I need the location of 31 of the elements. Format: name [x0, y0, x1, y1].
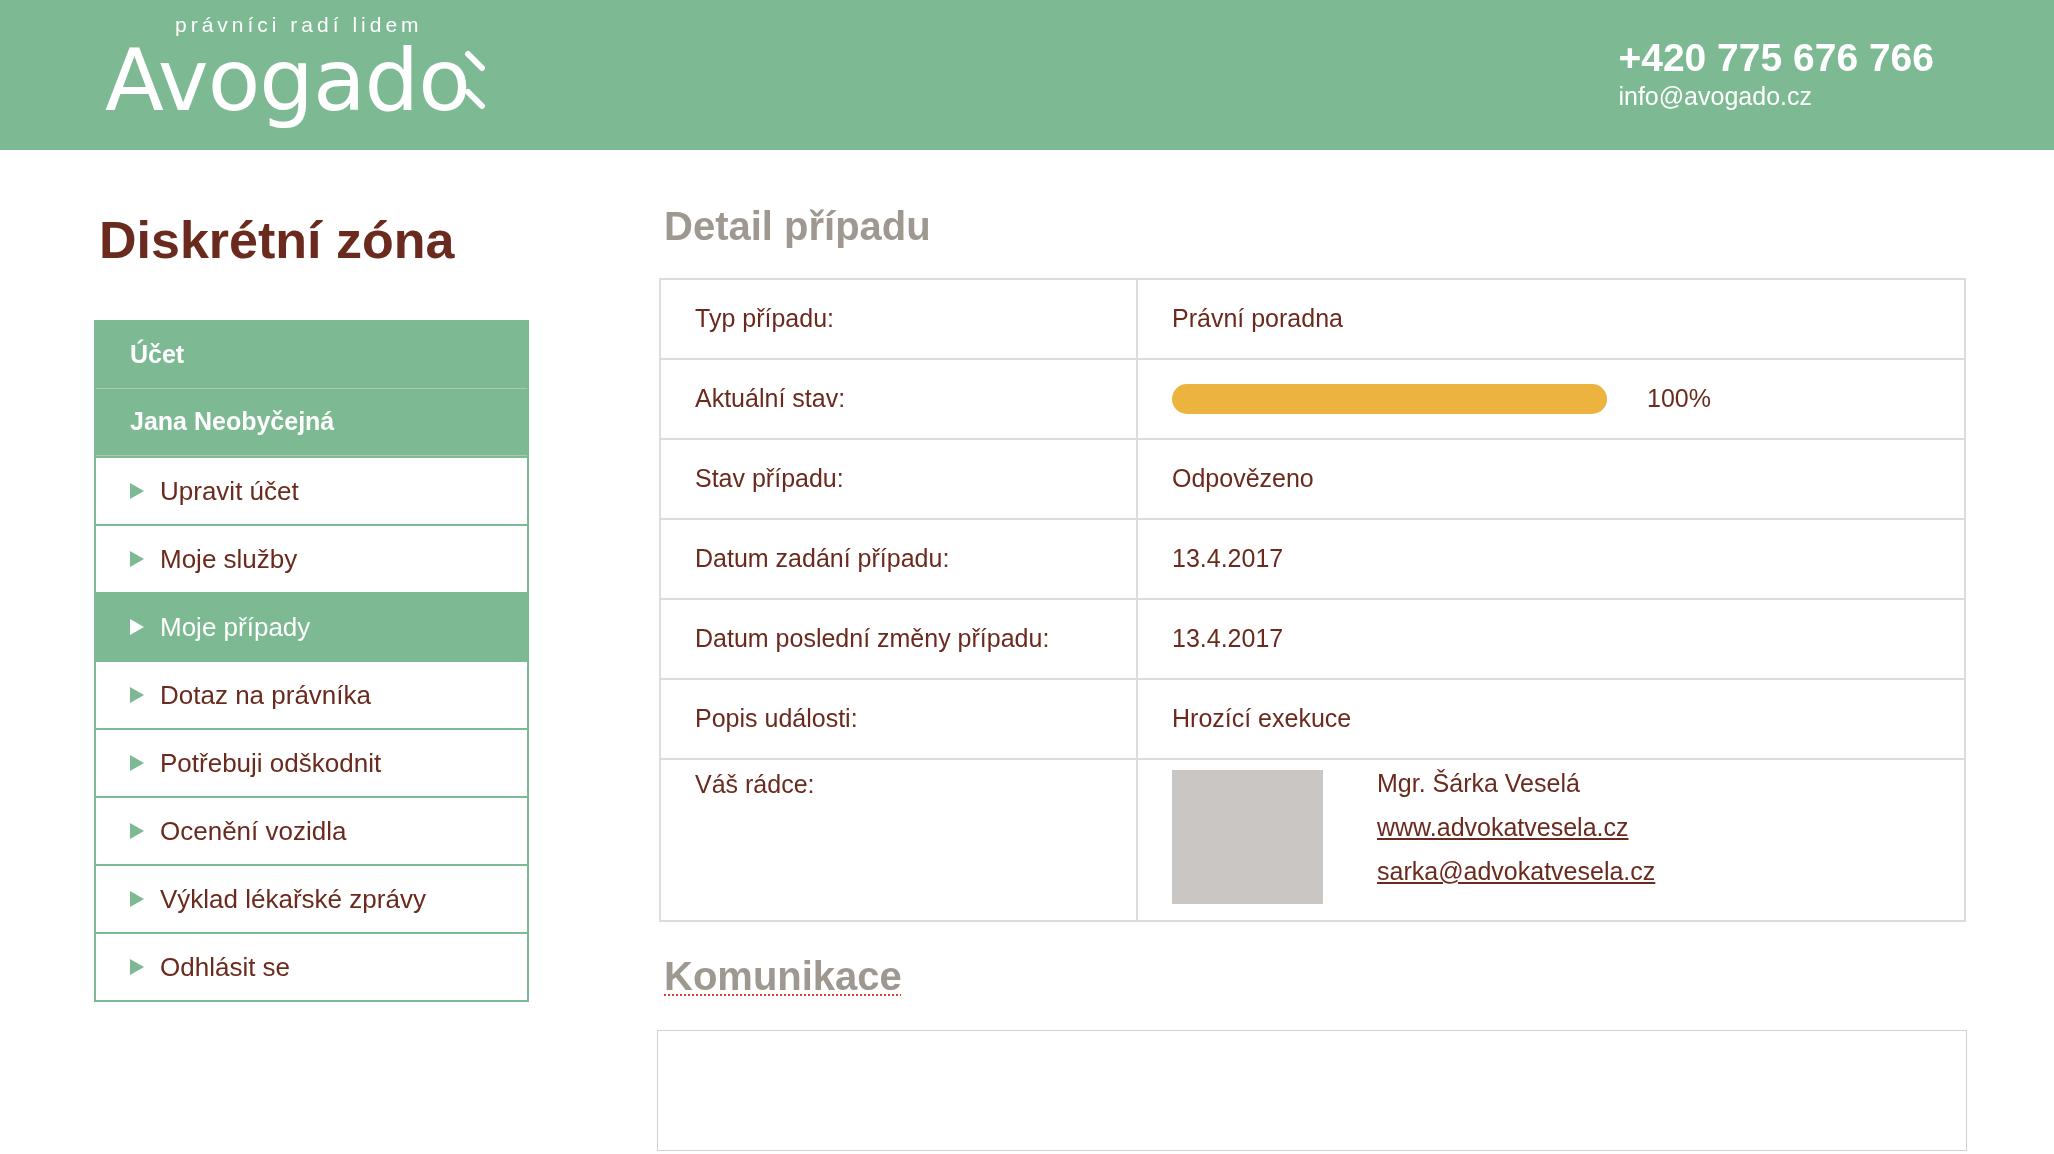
advisor-name: Mgr. Šárka Veselá	[1377, 768, 1581, 799]
triangle-icon	[130, 891, 144, 907]
phone-number: +420 775 676 766	[1618, 36, 1934, 80]
field-value: 13.4.2017	[1172, 543, 1284, 575]
field-label: Datum zadání případu:	[695, 543, 950, 575]
field-label: Datum poslední změny případu:	[695, 623, 1050, 655]
account-heading: Účet	[96, 322, 527, 389]
section-title: Komunikace	[664, 953, 902, 1000]
field-label: Váš rádce:	[695, 769, 815, 800]
triangle-icon	[130, 755, 144, 771]
email-link[interactable]: sarka@advokatvesela.cz	[1377, 854, 1656, 888]
logo-tagline: právníci radí lidem	[175, 14, 423, 35]
triangle-icon	[130, 619, 144, 635]
field-label: Aktuální stav:	[695, 383, 846, 415]
account-heading: Jana Neobyčejná	[96, 389, 527, 456]
sidebar-title: Diskrétní zóna	[99, 210, 456, 270]
field-value: 13.4.2017	[1172, 623, 1284, 655]
field-label: Popis události:	[695, 703, 858, 735]
triangle-icon	[130, 551, 144, 567]
triangle-icon	[130, 823, 144, 839]
field-label: Stav případu:	[695, 463, 844, 495]
triangle-icon	[130, 959, 144, 975]
progress-reading: 100%	[1647, 383, 1711, 415]
triangle-icon	[130, 687, 144, 703]
field-label: Typ případu:	[695, 303, 834, 335]
field-value: Hrozící exekuce	[1172, 703, 1352, 735]
triangle-icon	[130, 483, 144, 499]
section-title: Detail případu	[664, 203, 932, 250]
field-value: Právní poradna	[1172, 303, 1343, 335]
field-value: Odpovězeno	[1172, 463, 1314, 495]
website-link[interactable]: www.advokatvesela.cz	[1377, 810, 1656, 844]
